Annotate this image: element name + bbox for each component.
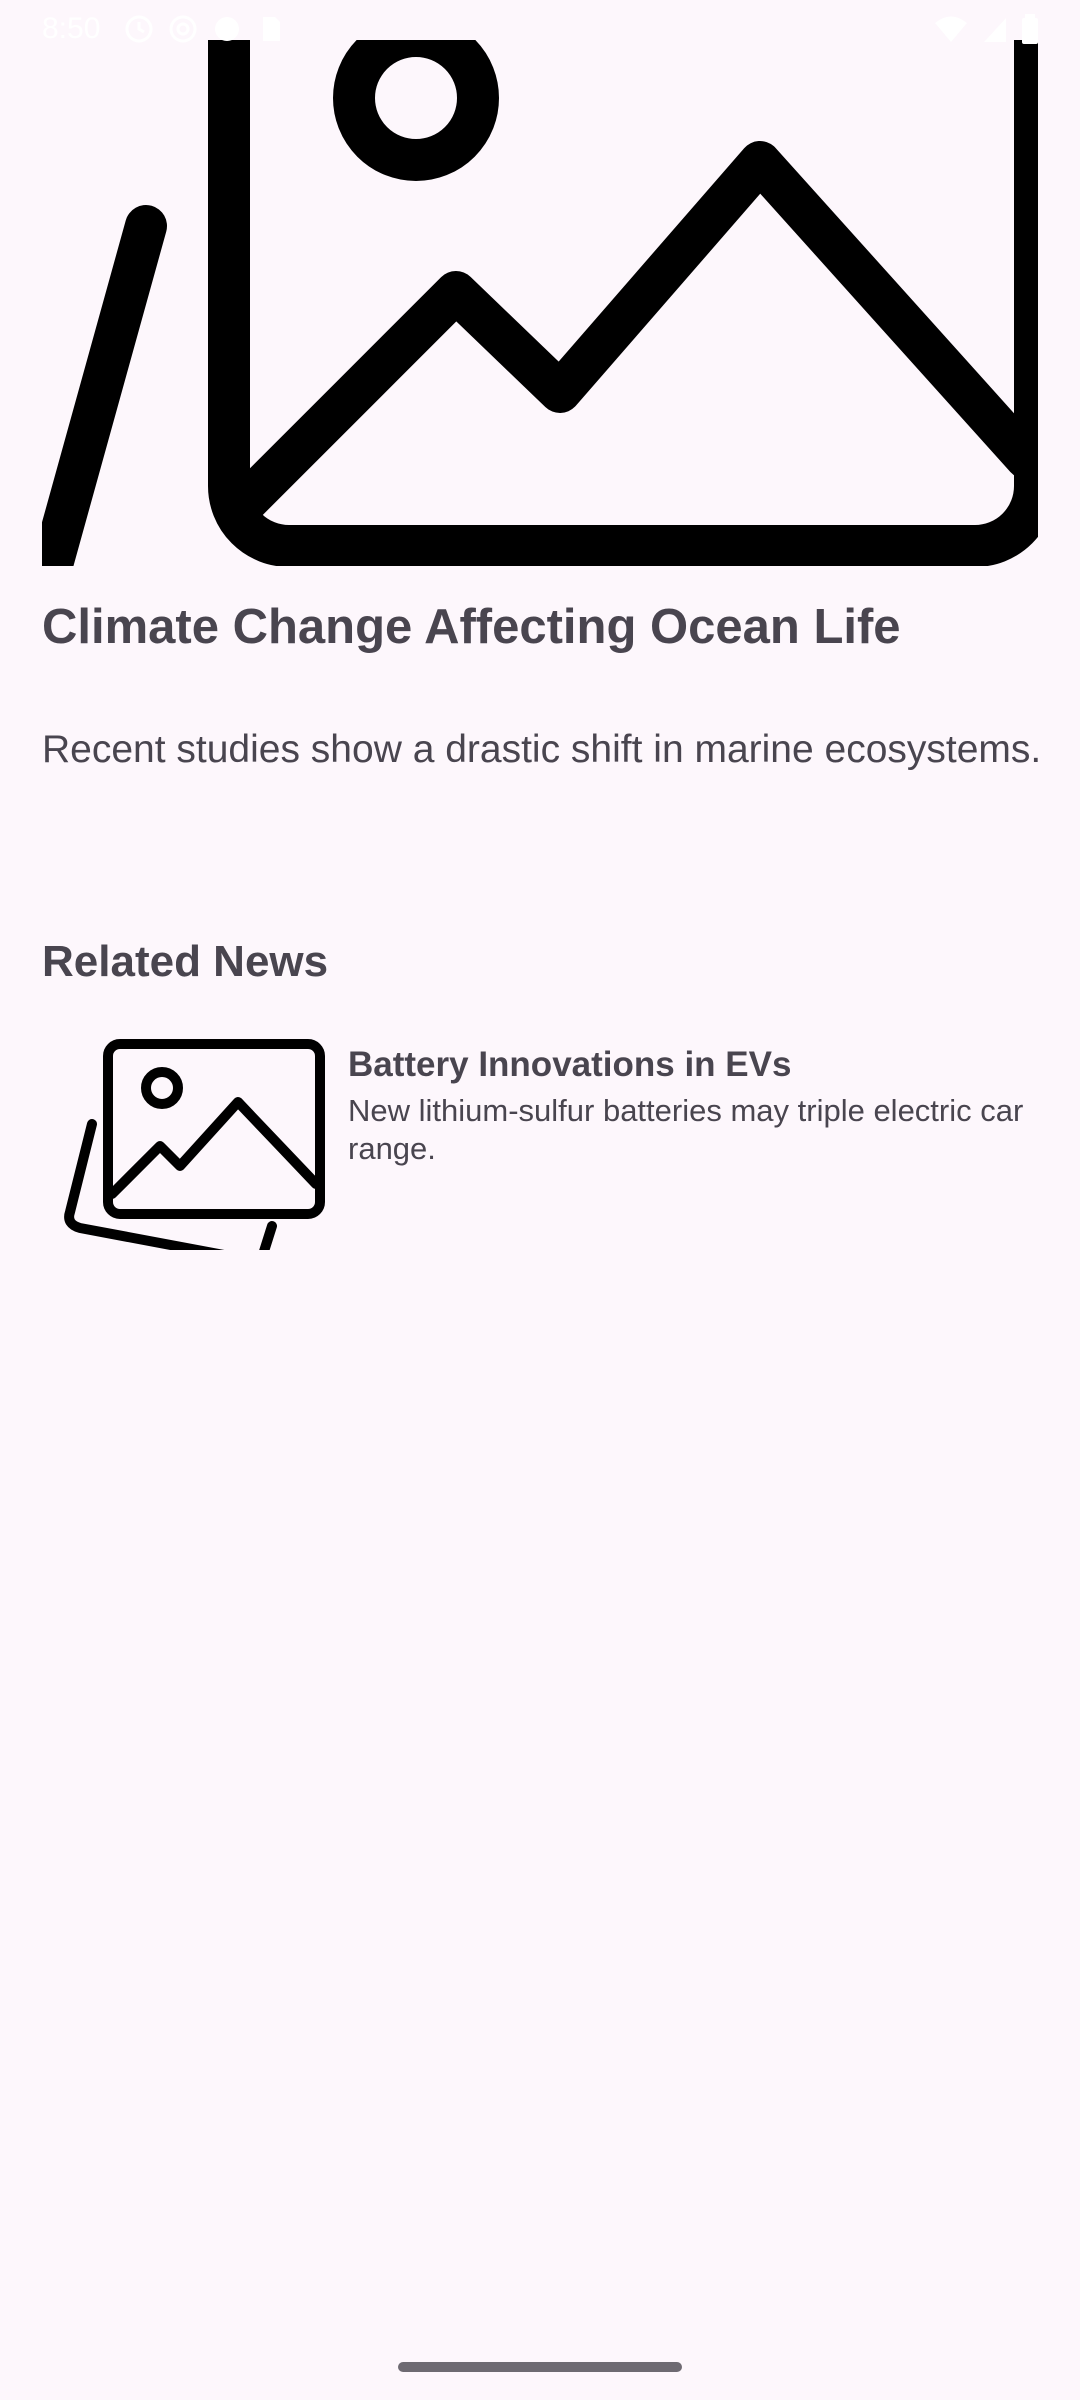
clock-icon: [124, 14, 154, 44]
article-description: Recent studies show a drastic shift in m…: [42, 728, 1042, 771]
article-hero-image: [42, 40, 1038, 566]
status-icons-left: [124, 14, 286, 44]
sim-card-icon: [256, 14, 286, 44]
related-news-item[interactable]: Battery Innovations in EVs New lithium-s…: [42, 1034, 1038, 1250]
image-placeholder-icon: [64, 1039, 325, 1250]
signal-icon: [982, 14, 1008, 49]
article-title: Climate Change Affecting Ocean Life: [42, 600, 901, 654]
status-bar: 8:50: [0, 0, 1080, 60]
shield-icon: [212, 14, 242, 44]
battery-icon: [1022, 14, 1038, 49]
related-news-title: Battery Innovations in EVs: [348, 1045, 792, 1084]
status-time: 8:50: [42, 12, 101, 45]
related-news-thumbnail: [60, 1034, 368, 1250]
home-indicator[interactable]: [398, 2362, 682, 2372]
status-icons-right: [934, 14, 1038, 49]
related-news-text: Battery Innovations in EVs New lithium-s…: [348, 1044, 1038, 1168]
at-sign-icon: [168, 14, 198, 44]
image-placeholder-icon: [42, 40, 1038, 566]
wifi-icon: [934, 14, 968, 49]
related-news-summary: New lithium-sulfur batteries may triple …: [348, 1093, 1024, 1166]
related-news-header: Related News: [42, 937, 329, 986]
